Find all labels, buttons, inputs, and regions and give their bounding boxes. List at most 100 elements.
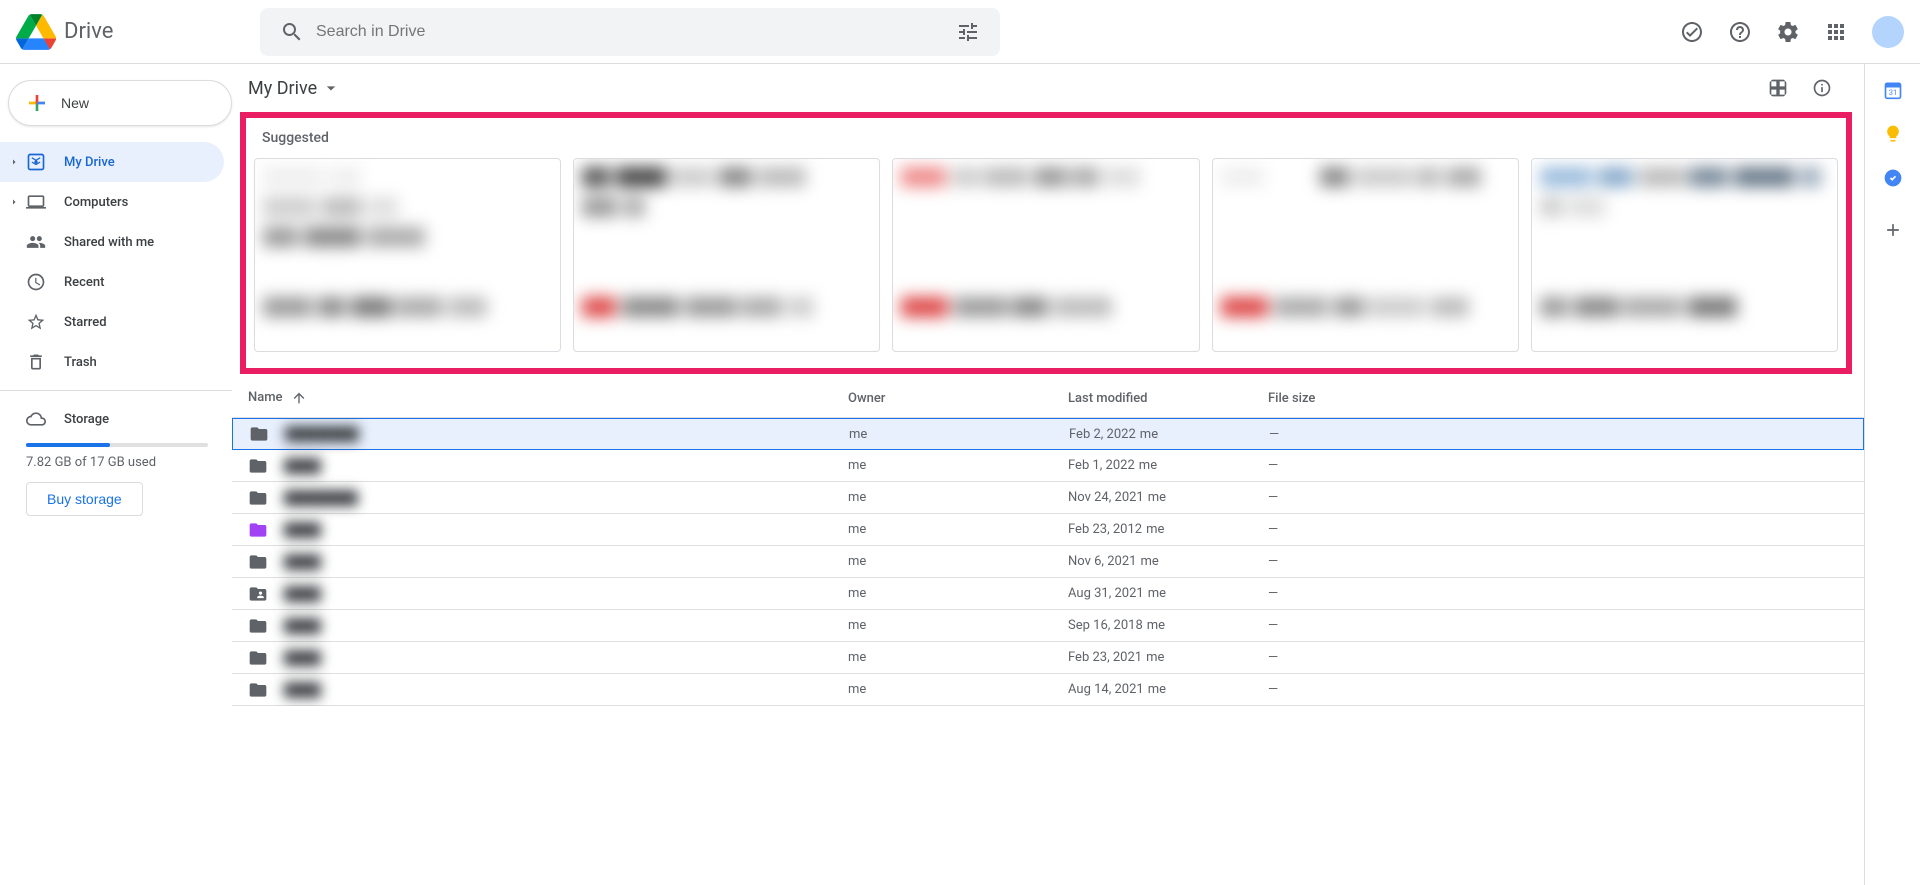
file-size: — bbox=[1269, 427, 1847, 442]
suggested-card[interactable] bbox=[254, 158, 561, 352]
file-modified: Feb 2, 2022me bbox=[1069, 427, 1269, 442]
expand-icon bbox=[8, 156, 20, 168]
sidebar-item-shared-with-me[interactable]: Shared with me bbox=[0, 222, 224, 262]
storage-bar bbox=[26, 443, 208, 447]
header-actions bbox=[1672, 12, 1904, 52]
file-owner: me bbox=[848, 682, 1068, 697]
file-row[interactable]: ████ me Sep 16, 2018me — bbox=[232, 610, 1864, 642]
search-bar[interactable] bbox=[260, 8, 1000, 56]
right-rail: 31 bbox=[1864, 64, 1920, 885]
file-modified: Aug 14, 2021me bbox=[1068, 682, 1268, 697]
storage-used-text: 7.82 GB of 17 GB used bbox=[26, 455, 208, 470]
file-row[interactable]: ████ me Aug 14, 2021me — bbox=[232, 674, 1864, 706]
file-size: — bbox=[1268, 650, 1848, 665]
file-name: ████ bbox=[284, 586, 321, 602]
column-owner[interactable]: Owner bbox=[848, 390, 1068, 406]
nav-label: Starred bbox=[64, 315, 107, 330]
new-button-label: New bbox=[61, 95, 89, 111]
suggested-card[interactable] bbox=[892, 158, 1199, 352]
search-options-icon[interactable] bbox=[956, 20, 980, 44]
column-modified[interactable]: Last modified bbox=[1068, 390, 1268, 406]
sidebar-item-starred[interactable]: Starred bbox=[0, 302, 224, 342]
breadcrumb-title: My Drive bbox=[248, 78, 317, 99]
file-row[interactable]: ████ me Aug 31, 2021me — bbox=[232, 578, 1864, 610]
file-row[interactable]: ████ me Nov 6, 2021me — bbox=[232, 546, 1864, 578]
nav-label: My Drive bbox=[64, 155, 115, 170]
file-row[interactable]: ████ me Feb 1, 2022me — bbox=[232, 450, 1864, 482]
file-size: — bbox=[1268, 554, 1848, 569]
folder-icon bbox=[248, 616, 268, 636]
file-name: ████ bbox=[284, 650, 321, 666]
folder-icon bbox=[249, 424, 269, 444]
breadcrumb[interactable]: My Drive bbox=[248, 78, 341, 99]
file-owner: me bbox=[848, 650, 1068, 665]
user-avatar[interactable] bbox=[1872, 16, 1904, 48]
sidebar-item-computers[interactable]: Computers bbox=[0, 182, 224, 222]
nav-label: Shared with me bbox=[64, 235, 154, 250]
file-owner: me bbox=[849, 427, 1069, 442]
recent-icon bbox=[26, 272, 46, 292]
file-modified: Nov 24, 2021me bbox=[1068, 490, 1268, 505]
storage-label: Storage bbox=[64, 412, 109, 427]
file-name: ████ bbox=[284, 522, 321, 538]
file-name: ████ bbox=[284, 618, 321, 634]
column-size[interactable]: File size bbox=[1268, 390, 1848, 406]
sidebar-item-my-drive[interactable]: My Drive bbox=[0, 142, 224, 182]
suggested-card[interactable] bbox=[1531, 158, 1838, 352]
folder-icon bbox=[248, 680, 268, 700]
suggested-label: Suggested bbox=[262, 130, 1838, 146]
sort-ascending-icon bbox=[291, 390, 307, 406]
file-size: — bbox=[1268, 458, 1848, 473]
folder-icon bbox=[248, 552, 268, 572]
folder-icon bbox=[248, 456, 268, 476]
file-row[interactable]: ████ me Feb 23, 2021me — bbox=[232, 642, 1864, 674]
buy-storage-button[interactable]: Buy storage bbox=[26, 482, 143, 516]
suggested-card[interactable] bbox=[1212, 158, 1519, 352]
file-row[interactable]: ████████ me Feb 2, 2022me — bbox=[232, 418, 1864, 450]
keep-icon[interactable] bbox=[1883, 124, 1903, 144]
svg-text:31: 31 bbox=[1888, 88, 1896, 97]
file-name: ████████ bbox=[284, 490, 358, 506]
tasks-icon[interactable] bbox=[1883, 168, 1903, 188]
expand-icon bbox=[8, 196, 20, 208]
info-icon[interactable] bbox=[1804, 70, 1840, 106]
file-size: — bbox=[1268, 586, 1848, 601]
file-modified: Feb 23, 2021me bbox=[1068, 650, 1268, 665]
sidebar-item-trash[interactable]: Trash bbox=[0, 342, 224, 382]
column-name[interactable]: Name bbox=[248, 390, 848, 406]
file-size: — bbox=[1268, 490, 1848, 505]
file-owner: me bbox=[848, 522, 1068, 537]
sidebar-item-recent[interactable]: Recent bbox=[0, 262, 224, 302]
search-input[interactable] bbox=[316, 23, 944, 41]
suggested-section-highlight: Suggested bbox=[240, 112, 1852, 374]
file-modified: Sep 16, 2018me bbox=[1068, 618, 1268, 633]
file-name: ████ bbox=[284, 458, 321, 474]
offline-ready-icon[interactable] bbox=[1672, 12, 1712, 52]
file-row[interactable]: ████████ me Nov 24, 2021me — bbox=[232, 482, 1864, 514]
file-name: ████████ bbox=[285, 426, 359, 442]
file-size: — bbox=[1268, 618, 1848, 633]
help-icon[interactable] bbox=[1720, 12, 1760, 52]
content-header: My Drive bbox=[232, 64, 1864, 112]
grid-view-icon[interactable] bbox=[1760, 70, 1796, 106]
file-row[interactable]: ████ me Feb 23, 2012me — bbox=[232, 514, 1864, 546]
file-list: ████████ me Feb 2, 2022me — ████ me Feb … bbox=[232, 418, 1864, 706]
cloud-icon bbox=[26, 409, 46, 429]
trash-icon bbox=[26, 352, 46, 372]
file-size: — bbox=[1268, 522, 1848, 537]
calendar-icon[interactable]: 31 bbox=[1883, 80, 1903, 100]
file-list-header: Name Owner Last modified File size bbox=[232, 378, 1864, 418]
sidebar-item-storage[interactable]: Storage bbox=[26, 399, 208, 439]
file-owner: me bbox=[848, 490, 1068, 505]
folder-icon bbox=[248, 648, 268, 668]
logo-section[interactable]: Drive bbox=[16, 12, 260, 52]
apps-icon[interactable] bbox=[1816, 12, 1856, 52]
add-addon-icon[interactable] bbox=[1883, 220, 1903, 240]
file-owner: me bbox=[848, 618, 1068, 633]
new-button[interactable]: New bbox=[8, 80, 232, 126]
suggested-card[interactable] bbox=[573, 158, 880, 352]
shared-folder-icon bbox=[248, 584, 268, 604]
settings-icon[interactable] bbox=[1768, 12, 1808, 52]
nav-label: Recent bbox=[64, 275, 104, 290]
file-modified: Aug 31, 2021me bbox=[1068, 586, 1268, 601]
